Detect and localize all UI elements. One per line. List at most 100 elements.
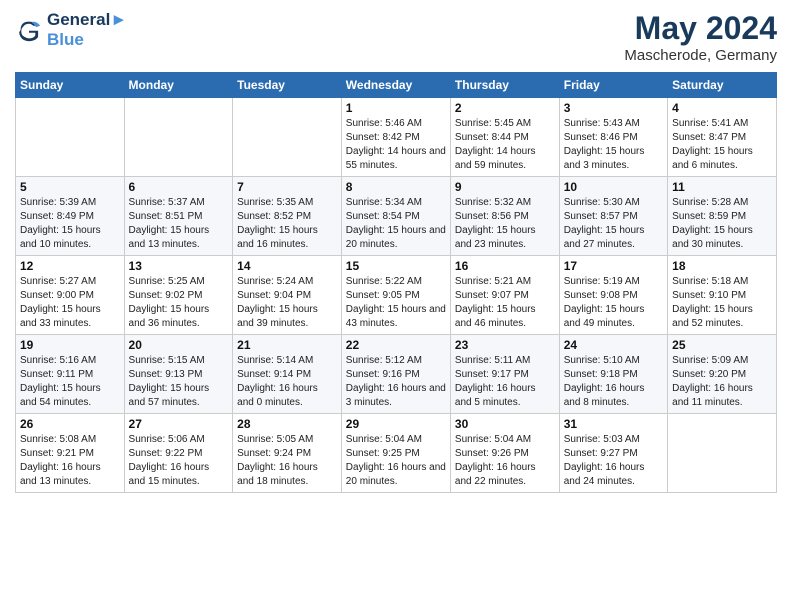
sunset-text: Sunset: 9:05 PM <box>346 289 446 303</box>
day-cell-27: 27 Sunrise: 5:06 AMSunset: 9:22 PMDayligh… <box>124 414 233 493</box>
sunrise-text: Sunrise: 5:14 AM <box>237 354 337 368</box>
sunrise-text: Sunrise: 5:05 AM <box>237 433 337 447</box>
day-info: Sunrise: 5:24 AMSunset: 9:04 PMDaylight:… <box>237 275 337 331</box>
day-cell-30: 30Sunrise: 5:04 AMSunset: 9:26 PMDayligh… <box>450 414 559 493</box>
weekday-header-tuesday: Tuesday <box>233 73 342 98</box>
sunset-text: Sunset: 9:27 PM <box>564 447 663 461</box>
day-number: 5 <box>20 180 120 194</box>
day-info: Sunrise: 5:39 AMSunset: 8:49 PMDaylight:… <box>20 196 120 252</box>
sunset-text: Sunset: 8:44 PM <box>455 131 555 145</box>
day-cell-23: 23 Sunrise: 5:11 AMSunset: 9:17 PMDayligh… <box>450 335 559 414</box>
day-number: 2 <box>455 101 555 115</box>
daylight-text: Daylight: 16 hours and 15 minutes. <box>129 461 229 489</box>
daylight-text: Daylight: 15 hours and 30 minutes. <box>672 224 772 252</box>
sunrise-text: Sunrise: 5:15 AM <box>129 354 229 368</box>
sunrise-text: Sunrise: 5:35 AM <box>237 196 337 210</box>
sunrise-text: Sunrise: 5:16 AM <box>20 354 120 368</box>
daylight-text: Daylight: 15 hours and 54 minutes. <box>20 382 120 410</box>
day-number: 13 <box>129 259 229 273</box>
sunrise-text: Sunrise: 5:28 AM <box>672 196 772 210</box>
daylight-text: Daylight: 15 hours and 52 minutes. <box>672 303 772 331</box>
day-cell-14: 14Sunrise: 5:24 AMSunset: 9:04 PMDayligh… <box>233 256 342 335</box>
sunrise-text: Sunrise: 5:41 AM <box>672 117 772 131</box>
sunset-text: Sunset: 9:00 PM <box>20 289 120 303</box>
sunset-text: Sunset: 8:59 PM <box>672 210 772 224</box>
sunrise-text: Sunrise: 5:39 AM <box>20 196 120 210</box>
day-cell-2: 2Sunrise: 5:45 AMSunset: 8:44 PMDaylight… <box>450 98 559 177</box>
daylight-text: Daylight: 16 hours and 3 minutes. <box>346 382 446 410</box>
day-cell-4: 4Sunrise: 5:41 AMSunset: 8:47 PMDaylight… <box>668 98 777 177</box>
day-cell-17: 17Sunrise: 5:19 AMSunset: 9:08 PMDayligh… <box>559 256 667 335</box>
day-cell-12: 12 Sunrise: 5:27 AMSunset: 9:00 PMDayligh… <box>16 256 125 335</box>
day-number: 24 <box>564 338 663 352</box>
sunrise-text: Sunrise: 5:04 AM <box>455 433 555 447</box>
daylight-text: Daylight: 15 hours and 33 minutes. <box>20 303 120 331</box>
day-number: 10 <box>564 180 663 194</box>
day-number: 7 <box>237 180 337 194</box>
sunrise-text: Sunrise: 5:30 AM <box>564 196 663 210</box>
daylight-text: Daylight: 16 hours and 5 minutes. <box>455 382 555 410</box>
daylight-text: Daylight: 16 hours and 24 minutes. <box>564 461 663 489</box>
daylight-text: Daylight: 14 hours and 55 minutes. <box>346 145 446 173</box>
day-number: 15 <box>346 259 446 273</box>
daylight-text: Daylight: 15 hours and 46 minutes. <box>455 303 555 331</box>
day-cell-7: 7Sunrise: 5:35 AMSunset: 8:52 PMDaylight… <box>233 177 342 256</box>
empty-cell <box>124 98 233 177</box>
week-row-1: 1Sunrise: 5:46 AMSunset: 8:42 PMDaylight… <box>16 98 777 177</box>
sunrise-text: Sunrise: 5:19 AM <box>564 275 663 289</box>
day-number: 27 <box>129 417 229 431</box>
day-number: 17 <box>564 259 663 273</box>
day-info: Sunrise: 5:11 AMSunset: 9:17 PMDaylight:… <box>455 354 555 410</box>
day-info: Sunrise: 5:34 AMSunset: 8:54 PMDaylight:… <box>346 196 446 252</box>
day-number: 16 <box>455 259 555 273</box>
sunset-text: Sunset: 8:57 PM <box>564 210 663 224</box>
sunset-text: Sunset: 9:14 PM <box>237 368 337 382</box>
sunrise-text: Sunrise: 5:06 AM <box>129 433 229 447</box>
sunset-text: Sunset: 9:21 PM <box>20 447 120 461</box>
sunset-text: Sunset: 9:04 PM <box>237 289 337 303</box>
calendar-table: SundayMondayTuesdayWednesdayThursdayFrid… <box>15 72 777 493</box>
day-cell-6: 6 Sunrise: 5:37 AMSunset: 8:51 PMDaylight… <box>124 177 233 256</box>
day-info: Sunrise: 5:04 AMSunset: 9:25 PMDaylight:… <box>346 433 446 489</box>
sunrise-text: Sunrise: 5:22 AM <box>346 275 446 289</box>
empty-cell <box>668 414 777 493</box>
day-number: 9 <box>455 180 555 194</box>
day-cell-10: 10Sunrise: 5:30 AMSunset: 8:57 PMDayligh… <box>559 177 667 256</box>
sunrise-text: Sunrise: 5:27 AM <box>20 275 120 289</box>
day-cell-9: 9Sunrise: 5:32 AMSunset: 8:56 PMDaylight… <box>450 177 559 256</box>
day-info: Sunrise: 5:15 AMSunset: 9:13 PMDaylight:… <box>129 354 229 410</box>
day-cell-8: 8Sunrise: 5:34 AMSunset: 8:54 PMDaylight… <box>341 177 450 256</box>
sunset-text: Sunset: 8:51 PM <box>129 210 229 224</box>
week-row-3: 12Sunrise: 5:27 AMSunset: 9:00 PMDayligh… <box>16 256 777 335</box>
sunrise-text: Sunrise: 5:46 AM <box>346 117 446 131</box>
weekday-header-monday: Monday <box>124 73 233 98</box>
sunrise-text: Sunrise: 5:45 AM <box>455 117 555 131</box>
day-number: 1 <box>346 101 446 115</box>
day-number: 23 <box>455 338 555 352</box>
daylight-text: Daylight: 16 hours and 22 minutes. <box>455 461 555 489</box>
sunrise-text: Sunrise: 5:34 AM <box>346 196 446 210</box>
sunrise-text: Sunrise: 5:43 AM <box>564 117 663 131</box>
daylight-text: Daylight: 15 hours and 10 minutes. <box>20 224 120 252</box>
sunset-text: Sunset: 9:08 PM <box>564 289 663 303</box>
day-info: Sunrise: 5:37 AMSunset: 8:51 PMDaylight:… <box>129 196 229 252</box>
day-cell-18: 18Sunrise: 5:18 AMSunset: 9:10 PMDayligh… <box>668 256 777 335</box>
day-info: Sunrise: 5:08 AMSunset: 9:21 PMDaylight:… <box>20 433 120 489</box>
day-number: 12 <box>20 259 120 273</box>
sunrise-text: Sunrise: 5:09 AM <box>672 354 772 368</box>
daylight-text: Daylight: 15 hours and 43 minutes. <box>346 303 446 331</box>
sunrise-text: Sunrise: 5:18 AM <box>672 275 772 289</box>
daylight-text: Daylight: 15 hours and 3 minutes. <box>564 145 663 173</box>
sunrise-text: Sunrise: 5:10 AM <box>564 354 663 368</box>
day-number: 3 <box>564 101 663 115</box>
day-info: Sunrise: 5:06 AMSunset: 9:22 PMDaylight:… <box>129 433 229 489</box>
day-info: Sunrise: 5:43 AMSunset: 8:46 PMDaylight:… <box>564 117 663 173</box>
day-info: Sunrise: 5:16 AMSunset: 9:11 PMDaylight:… <box>20 354 120 410</box>
sunset-text: Sunset: 9:16 PM <box>346 368 446 382</box>
day-info: Sunrise: 5:04 AMSunset: 9:26 PMDaylight:… <box>455 433 555 489</box>
sunrise-text: Sunrise: 5:21 AM <box>455 275 555 289</box>
logo: General► Blue <box>15 10 127 50</box>
day-cell-31: 31Sunrise: 5:03 AMSunset: 9:27 PMDayligh… <box>559 414 667 493</box>
day-number: 6 <box>129 180 229 194</box>
day-cell-5: 5 Sunrise: 5:39 AMSunset: 8:49 PMDaylight… <box>16 177 125 256</box>
